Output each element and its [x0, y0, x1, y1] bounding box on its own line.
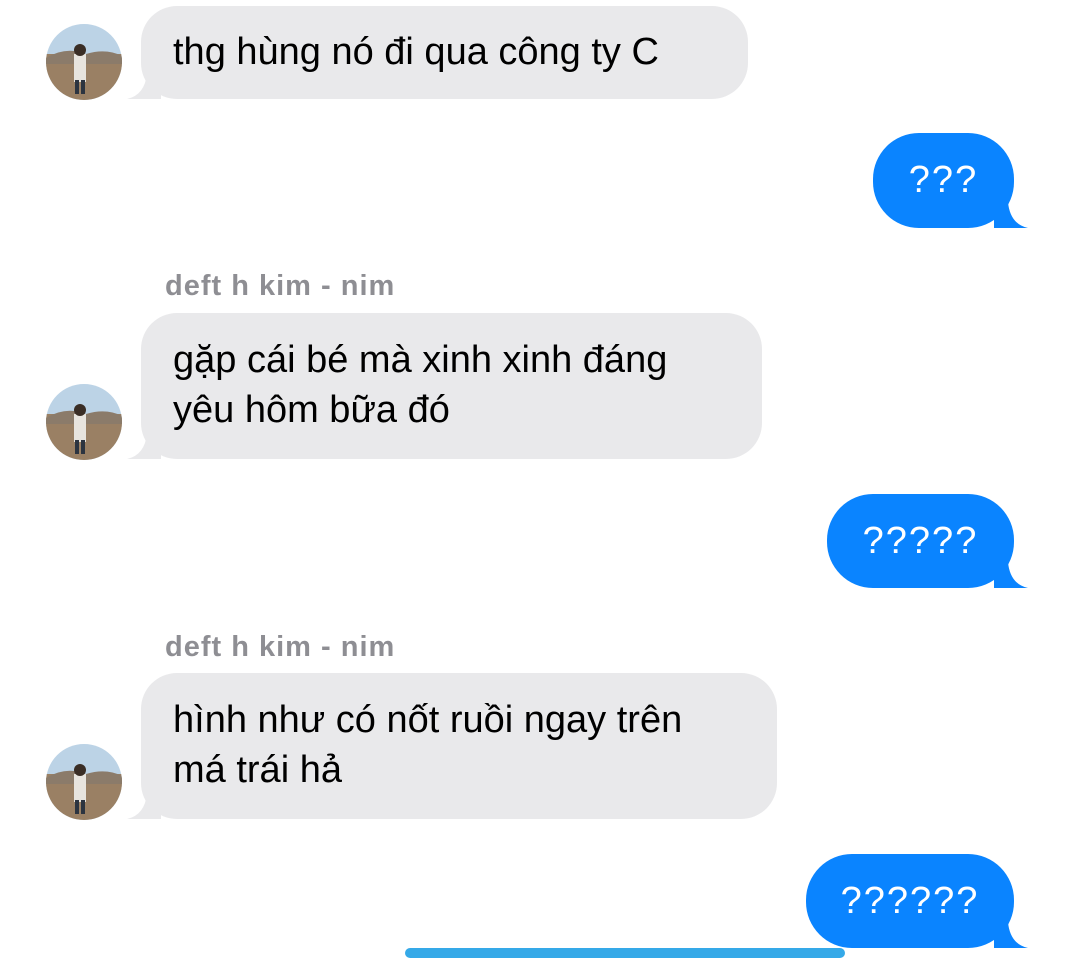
- message-thread: thg hùng nó đi qua công ty C ??? deft h …: [0, 0, 1080, 958]
- avatar[interactable]: [46, 24, 122, 100]
- partial-bubble-edge: [405, 948, 845, 958]
- bubble-tail: [994, 562, 1028, 588]
- message-bubble[interactable]: thg hùng nó đi qua công ty C: [127, 6, 748, 99]
- bubble-tail: [127, 793, 161, 819]
- message-text: ??????: [840, 880, 980, 922]
- avatar[interactable]: [46, 384, 122, 460]
- message-text-line: hình như có nốt ruồi ngay trên: [173, 699, 683, 741]
- message-bubble[interactable]: ???: [873, 133, 1028, 228]
- message-text-line: yêu hôm bữa đó: [173, 389, 450, 431]
- message-text: ?????: [862, 520, 979, 562]
- message-text-line: gặp cái bé mà xinh xinh đáng: [173, 339, 668, 381]
- bubble-tail: [994, 202, 1028, 228]
- sender-name: deft h kim - nim: [165, 270, 396, 302]
- message-bubble[interactable]: gặp cái bé mà xinh xinh đáng yêu hôm bữa…: [127, 313, 762, 459]
- bubble-tail: [127, 433, 161, 459]
- message-text: thg hùng nó đi qua công ty C: [173, 31, 659, 73]
- bubble-tail: [127, 73, 161, 99]
- message-text: ???: [908, 159, 979, 201]
- message-text-line: má trái hả: [173, 749, 342, 791]
- avatar[interactable]: [46, 744, 122, 820]
- message-bubble[interactable]: ?????: [827, 494, 1028, 588]
- sender-name: deft h kim - nim: [165, 631, 396, 663]
- message-bubble[interactable]: hình như có nốt ruồi ngay trên má trái h…: [127, 673, 777, 819]
- bubble-tail: [994, 922, 1028, 948]
- message-bubble[interactable]: ??????: [806, 854, 1028, 948]
